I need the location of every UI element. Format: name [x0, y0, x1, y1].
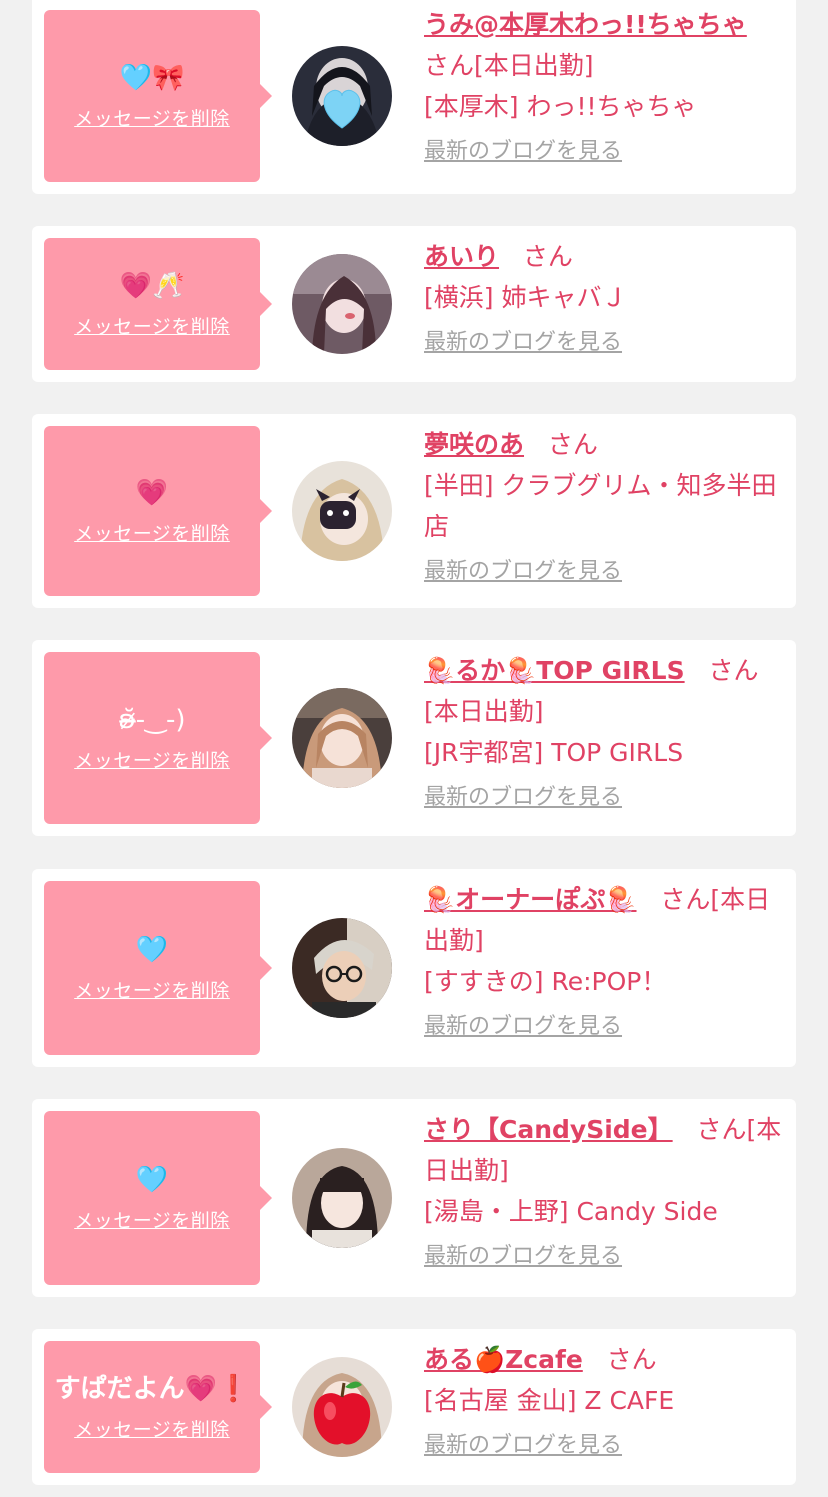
- message-text: すぱだよん💗❗: [54, 1373, 250, 1404]
- message-bubble: 💗🥂 メッセージを削除: [44, 238, 272, 370]
- delete-message-link[interactable]: メッセージを削除: [74, 976, 230, 1003]
- user-name-link[interactable]: ある🍎Zcafe: [424, 1345, 583, 1374]
- message-bubble: 🩵 メッセージを削除: [44, 1111, 272, 1285]
- user-info: 夢咲のあ さん [半田] クラブグリム・知多半田店 最新のブログを見る: [424, 424, 784, 590]
- shop-name: [半田] クラブグリム・知多半田店: [424, 471, 777, 541]
- message-card: 🩵 メッセージを削除 🪼オーナーぽぷ🪼 さん[本日出勤] [すすきの] Re:P…: [32, 869, 796, 1067]
- message-card: すぱだよん💗❗ メッセージを削除 ある🍎Zcafe さん [名古屋 金山] Z …: [32, 1329, 796, 1485]
- shop-name: [名古屋 金山] Z CAFE: [424, 1386, 675, 1415]
- message-bubble: 🩵 メッセージを削除: [44, 881, 272, 1055]
- user-info: 🪼るか🪼TOP GIRLS さん [本日出勤] [JR宇都宮] TOP GIRL…: [424, 650, 784, 816]
- message-bubble: すぱだよん💗❗ メッセージを削除: [44, 1341, 272, 1473]
- user-name-link[interactable]: あいり: [424, 242, 499, 271]
- avatar[interactable]: [292, 254, 392, 354]
- user-info: あいり さん [横浜] 姉キャバＪ 最新のブログを見る: [424, 236, 784, 361]
- honorific: さん: [547, 430, 598, 459]
- latest-blog-link[interactable]: 最新のブログを見る: [424, 328, 622, 358]
- delete-message-link[interactable]: メッセージを削除: [74, 104, 230, 131]
- latest-blog-link[interactable]: 最新のブログを見る: [424, 1431, 622, 1461]
- avatar[interactable]: [292, 1148, 392, 1248]
- avatar[interactable]: [292, 461, 392, 561]
- latest-blog-link[interactable]: 最新のブログを見る: [424, 783, 622, 813]
- delete-message-link[interactable]: メッセージを削除: [74, 312, 230, 339]
- user-info: 🪼オーナーぽぷ🪼 さん[本日出勤] [すすきの] Re:POP！ 最新のブログを…: [424, 879, 784, 1045]
- latest-blog-link[interactable]: 最新のブログを見る: [424, 557, 622, 587]
- message-card: 💗 メッセージを削除 夢咲のあ さん [半田] クラブグリム・知多半田店 最新の…: [32, 414, 796, 608]
- message-bubble: ʚ̴̶̷̆-‿-) メッセージを削除: [44, 652, 272, 824]
- honorific: さん: [522, 242, 573, 271]
- message-card: ʚ̴̶̷̆-‿-) メッセージを削除 🪼るか🪼TOP GIRLS さん [本日出…: [32, 640, 796, 836]
- delete-message-link[interactable]: メッセージを削除: [74, 1415, 230, 1442]
- avatar[interactable]: [292, 1357, 392, 1457]
- honorific: さん: [708, 656, 759, 685]
- message-text: 🩵: [135, 934, 169, 965]
- user-info: うみ@本厚木わっ!!ちゃちゃ さん[本日出勤] [本厚木] わっ!!ちゃちゃ 最…: [424, 4, 784, 170]
- shop-name: [すすきの] Re:POP！: [424, 967, 667, 996]
- message-card: 💗🥂 メッセージを削除 あいり さん [横浜] 姉キャバＪ 最新のブログを見る: [32, 226, 796, 382]
- avatar[interactable]: [292, 46, 392, 146]
- delete-message-link[interactable]: メッセージを削除: [74, 1206, 230, 1233]
- avatar[interactable]: [292, 688, 392, 788]
- delete-message-link[interactable]: メッセージを削除: [74, 746, 230, 773]
- delete-message-link[interactable]: メッセージを削除: [74, 519, 230, 546]
- user-name-link[interactable]: さり【CandySide】: [424, 1115, 673, 1144]
- message-text: 🩵🎀: [119, 62, 185, 93]
- message-text: 💗: [135, 477, 169, 508]
- shop-name: [本厚木] わっ!!ちゃちゃ: [424, 92, 697, 121]
- shop-name: [横浜] 姉キャバＪ: [424, 283, 627, 312]
- latest-blog-link[interactable]: 最新のブログを見る: [424, 1242, 622, 1272]
- honorific: さん: [660, 885, 711, 914]
- user-name-link[interactable]: うみ@本厚木わっ!!ちゃちゃ: [424, 10, 747, 39]
- user-name-link[interactable]: 🪼オーナーぽぷ🪼: [424, 885, 637, 914]
- shop-name: [JR宇都宮] TOP GIRLS: [424, 738, 684, 767]
- honorific: さん: [424, 51, 475, 80]
- message-text: ʚ̴̶̷̆-‿-): [118, 704, 186, 735]
- latest-blog-link[interactable]: 最新のブログを見る: [424, 1012, 622, 1042]
- user-info: ある🍎Zcafe さん [名古屋 金山] Z CAFE 最新のブログを見る: [424, 1339, 784, 1464]
- message-bubble: 💗 メッセージを削除: [44, 426, 272, 596]
- shop-name: [湯島・上野] Candy Side: [424, 1197, 718, 1226]
- user-info: さり【CandySide】 さん[本日出勤] [湯島・上野] Candy Sid…: [424, 1109, 784, 1275]
- message-text: 💗🥂: [119, 270, 185, 301]
- honorific: さん: [606, 1345, 657, 1374]
- latest-blog-link[interactable]: 最新のブログを見る: [424, 137, 622, 167]
- work-status: [本日出勤]: [424, 697, 544, 726]
- user-name-link[interactable]: 夢咲のあ: [424, 430, 524, 459]
- work-status: [本日出勤]: [474, 51, 594, 80]
- message-text: 🩵: [135, 1164, 169, 1195]
- message-bubble: 🩵🎀 メッセージを削除: [44, 10, 272, 182]
- honorific: さん: [696, 1115, 747, 1144]
- message-card: 🩵🎀 メッセージを削除 うみ@本厚木わっ!!ちゃちゃ さん[本日出勤] [本厚木…: [32, 0, 796, 194]
- user-name-link[interactable]: 🪼るか🪼TOP GIRLS: [424, 656, 685, 685]
- avatar[interactable]: [292, 918, 392, 1018]
- message-card: 🩵 メッセージを削除 さり【CandySide】 さん[本日出勤] [湯島・上野…: [32, 1099, 796, 1297]
